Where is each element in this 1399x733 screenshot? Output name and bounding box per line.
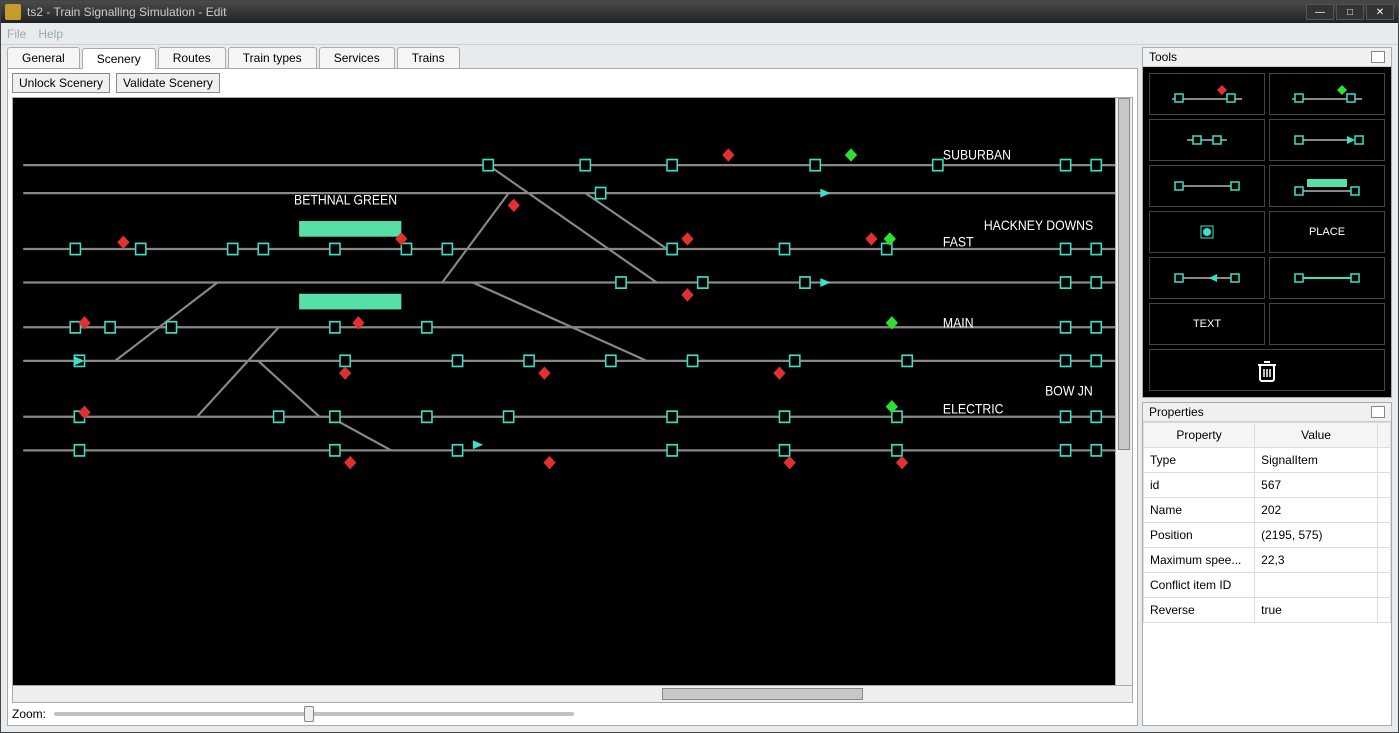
table-row[interactable]: Name202 xyxy=(1144,498,1391,523)
menu-help[interactable]: Help xyxy=(38,27,63,41)
property-name: Position xyxy=(1144,523,1255,548)
zoom-label: Zoom: xyxy=(12,707,46,721)
property-value[interactable]: 202 xyxy=(1255,498,1378,523)
tools-panel-title: Tools xyxy=(1149,50,1177,64)
properties-panel-title: Properties xyxy=(1149,405,1204,419)
tab-general[interactable]: General xyxy=(7,47,80,68)
tool-empty[interactable] xyxy=(1269,303,1385,345)
tab-train-types[interactable]: Train types xyxy=(228,47,317,68)
tool-end-right[interactable] xyxy=(1269,119,1385,161)
label-bow-jn: BOW JN xyxy=(1045,383,1093,399)
label-electric: ELECTRIC xyxy=(943,401,1004,417)
properties-col-property: Property xyxy=(1144,423,1255,448)
zoom-slider[interactable] xyxy=(54,712,574,716)
label-main: MAIN xyxy=(943,315,974,331)
tool-signal-green-right[interactable] xyxy=(1269,73,1385,115)
properties-table: Property Value TypeSignalItemid567Name20… xyxy=(1143,422,1391,623)
tool-place[interactable]: PLACE xyxy=(1269,211,1385,253)
label-bethnal-green: BETHNAL GREEN xyxy=(294,192,397,208)
window-title: ts2 - Train Signalling Simulation - Edit xyxy=(27,5,1306,19)
table-row[interactable]: Reversetrue xyxy=(1144,598,1391,623)
property-value[interactable]: (2195, 575) xyxy=(1255,523,1378,548)
tab-trains[interactable]: Trains xyxy=(397,47,460,68)
tool-point[interactable] xyxy=(1149,211,1265,253)
app-icon xyxy=(5,4,21,20)
tool-signal-red-right[interactable] xyxy=(1149,73,1265,115)
tab-bar: General Scenery Routes Train types Servi… xyxy=(7,47,1138,69)
property-value[interactable]: 567 xyxy=(1255,473,1378,498)
menu-file[interactable]: File xyxy=(7,27,26,41)
tool-line[interactable] xyxy=(1149,165,1265,207)
horizontal-scrollbar[interactable] xyxy=(13,685,1132,702)
tab-routes[interactable]: Routes xyxy=(158,47,226,68)
tab-services[interactable]: Services xyxy=(319,47,395,68)
vertical-scrollbar[interactable] xyxy=(1115,98,1132,685)
property-name: Maximum spee... xyxy=(1144,548,1255,573)
label-fast: FAST xyxy=(943,234,974,250)
label-suburban: SUBURBAN xyxy=(943,147,1011,163)
validate-scenery-button[interactable]: Validate Scenery xyxy=(116,73,220,93)
undock-tools-icon[interactable] xyxy=(1371,51,1385,63)
table-row[interactable]: id567 xyxy=(1144,473,1391,498)
table-row[interactable]: Conflict item ID xyxy=(1144,573,1391,598)
minimize-button[interactable]: — xyxy=(1306,4,1334,20)
property-name: Type xyxy=(1144,448,1255,473)
property-name: Reverse xyxy=(1144,598,1255,623)
undock-properties-icon[interactable] xyxy=(1371,406,1385,418)
property-value[interactable]: 22,3 xyxy=(1255,548,1378,573)
property-name: id xyxy=(1144,473,1255,498)
property-value[interactable] xyxy=(1255,573,1378,598)
property-value[interactable]: true xyxy=(1255,598,1378,623)
tab-scenery[interactable]: Scenery xyxy=(82,48,156,69)
tool-text[interactable]: TEXT xyxy=(1149,303,1265,345)
tool-line-alt[interactable] xyxy=(1269,257,1385,299)
table-row[interactable]: Position(2195, 575) xyxy=(1144,523,1391,548)
tool-node[interactable] xyxy=(1149,119,1265,161)
table-row[interactable]: TypeSignalItem xyxy=(1144,448,1391,473)
tool-delete[interactable] xyxy=(1149,349,1385,391)
label-hackney-downs: HACKNEY DOWNS xyxy=(984,217,1093,233)
table-row[interactable]: Maximum spee...22,3 xyxy=(1144,548,1391,573)
maximize-button[interactable]: □ xyxy=(1336,4,1364,20)
menubar: File Help xyxy=(1,23,1398,45)
scenery-canvas[interactable]: BETHNAL GREEN SUBURBAN HACKNEY DOWNS FAS… xyxy=(12,97,1133,703)
tool-arrow-left[interactable] xyxy=(1149,257,1265,299)
property-name: Conflict item ID xyxy=(1144,573,1255,598)
property-value[interactable]: SignalItem xyxy=(1255,448,1378,473)
tool-platform[interactable] xyxy=(1269,165,1385,207)
titlebar: ts2 - Train Signalling Simulation - Edit… xyxy=(1,1,1398,23)
properties-col-value: Value xyxy=(1255,423,1378,448)
property-name: Name xyxy=(1144,498,1255,523)
unlock-scenery-button[interactable]: Unlock Scenery xyxy=(12,73,110,93)
close-button[interactable]: ✕ xyxy=(1366,4,1394,20)
